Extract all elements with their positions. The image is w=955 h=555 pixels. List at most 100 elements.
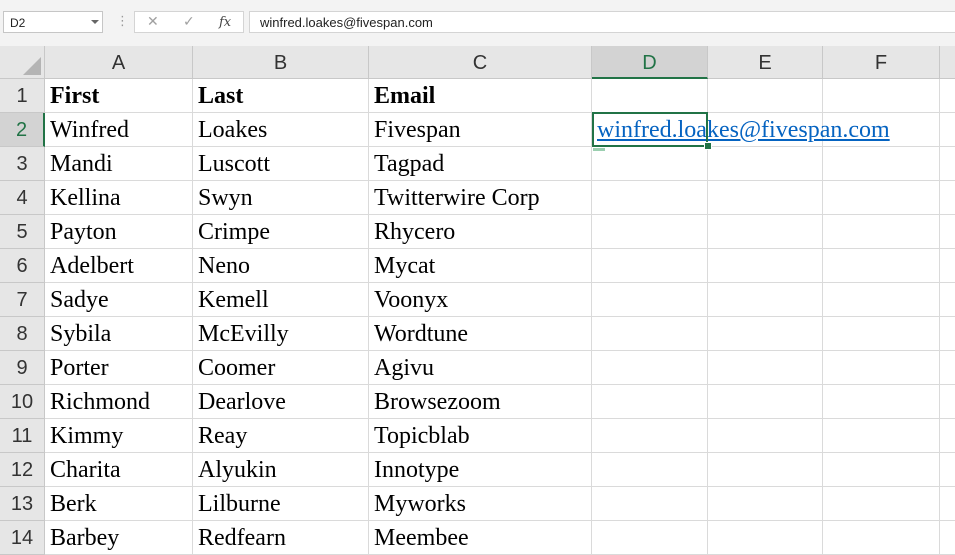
cell-c14[interactable]: Meembee	[369, 521, 592, 555]
cell-b1[interactable]: Last	[193, 79, 369, 113]
row-header-6[interactable]: 6	[0, 249, 45, 283]
row-header-13[interactable]: 13	[0, 487, 45, 521]
column-header-c[interactable]: C	[369, 46, 592, 79]
cell-b3[interactable]: Luscott	[193, 147, 369, 181]
check-icon[interactable]: ✓	[183, 14, 195, 30]
cell-b6[interactable]: Neno	[193, 249, 369, 283]
cell-d5[interactable]	[592, 215, 708, 249]
cell-e8[interactable]	[708, 317, 823, 351]
cell-d4[interactable]	[592, 181, 708, 215]
column-header-d[interactable]: D	[592, 46, 708, 79]
row-header-10[interactable]: 10	[0, 385, 45, 419]
quick-analysis-tag[interactable]	[593, 148, 605, 151]
cell-f14[interactable]	[823, 521, 940, 555]
row-header-12[interactable]: 12	[0, 453, 45, 487]
cell-g3[interactable]	[940, 147, 955, 181]
cell-g7[interactable]	[940, 283, 955, 317]
cell-c4[interactable]: Twitterwire Corp	[369, 181, 592, 215]
column-header-a[interactable]: A	[45, 46, 193, 79]
row-header-4[interactable]: 4	[0, 181, 45, 215]
cell-e11[interactable]	[708, 419, 823, 453]
cell-g12[interactable]	[940, 453, 955, 487]
cell-f4[interactable]	[823, 181, 940, 215]
cell-e5[interactable]	[708, 215, 823, 249]
cell-g4[interactable]	[940, 181, 955, 215]
cell-f12[interactable]	[823, 453, 940, 487]
cell-b10[interactable]: Dearlove	[193, 385, 369, 419]
select-all-button[interactable]	[0, 46, 45, 79]
cell-f8[interactable]	[823, 317, 940, 351]
cell-a5[interactable]: Payton	[45, 215, 193, 249]
cell-g8[interactable]	[940, 317, 955, 351]
cell-a7[interactable]: Sadye	[45, 283, 193, 317]
cell-e9[interactable]	[708, 351, 823, 385]
cell-c7[interactable]: Voonyx	[369, 283, 592, 317]
cell-f5[interactable]	[823, 215, 940, 249]
row-header-7[interactable]: 7	[0, 283, 45, 317]
cell-b14[interactable]: Redfearn	[193, 521, 369, 555]
cell-d2[interactable]: winfred.loakes@fivespan.com	[592, 113, 890, 147]
cell-g9[interactable]	[940, 351, 955, 385]
cell-d14[interactable]	[592, 521, 708, 555]
formula-input[interactable]: winfred.loakes@fivespan.com	[249, 11, 955, 33]
column-header-b[interactable]: B	[193, 46, 369, 79]
cell-g11[interactable]	[940, 419, 955, 453]
cell-c9[interactable]: Agivu	[369, 351, 592, 385]
cell-f7[interactable]	[823, 283, 940, 317]
insert-function-button[interactable]: fx	[219, 15, 231, 30]
cell-c2[interactable]: Fivespan	[369, 113, 592, 147]
cell-f6[interactable]	[823, 249, 940, 283]
column-header-f[interactable]: F	[823, 46, 940, 79]
cell-f13[interactable]	[823, 487, 940, 521]
cell-e4[interactable]	[708, 181, 823, 215]
row-header-14[interactable]: 14	[0, 521, 45, 555]
row-header-11[interactable]: 11	[0, 419, 45, 453]
name-box[interactable]: D2	[3, 11, 103, 33]
cell-a6[interactable]: Adelbert	[45, 249, 193, 283]
cell-b8[interactable]: McEvilly	[193, 317, 369, 351]
cell-d13[interactable]	[592, 487, 708, 521]
cell-b5[interactable]: Crimpe	[193, 215, 369, 249]
cell-c12[interactable]: Innotype	[369, 453, 592, 487]
cell-g5[interactable]	[940, 215, 955, 249]
fill-handle[interactable]	[704, 142, 712, 150]
cell-c13[interactable]: Myworks	[369, 487, 592, 521]
cell-a2[interactable]: Winfred	[45, 113, 193, 147]
cell-c5[interactable]: Rhycero	[369, 215, 592, 249]
cell-e7[interactable]	[708, 283, 823, 317]
cell-d10[interactable]	[592, 385, 708, 419]
cell-d11[interactable]	[592, 419, 708, 453]
cell-a11[interactable]: Kimmy	[45, 419, 193, 453]
cell-c8[interactable]: Wordtune	[369, 317, 592, 351]
cell-d6[interactable]	[592, 249, 708, 283]
cell-c10[interactable]: Browsezoom	[369, 385, 592, 419]
cell-c1[interactable]: Email	[369, 79, 592, 113]
cell-f3[interactable]	[823, 147, 940, 181]
cell-f10[interactable]	[823, 385, 940, 419]
cell-a14[interactable]: Barbey	[45, 521, 193, 555]
cell-e3[interactable]	[708, 147, 823, 181]
cell-a13[interactable]: Berk	[45, 487, 193, 521]
cell-g10[interactable]	[940, 385, 955, 419]
row-header-1[interactable]: 1	[0, 79, 45, 113]
cell-b12[interactable]: Alyukin	[193, 453, 369, 487]
column-header-e[interactable]: E	[708, 46, 823, 79]
cell-a4[interactable]: Kellina	[45, 181, 193, 215]
cell-b9[interactable]: Coomer	[193, 351, 369, 385]
column-header-next[interactable]	[940, 46, 955, 79]
cell-a3[interactable]: Mandi	[45, 147, 193, 181]
cell-d8[interactable]	[592, 317, 708, 351]
row-header-2[interactable]: 2	[0, 113, 45, 147]
close-icon[interactable]: ✕	[147, 14, 159, 30]
cell-a1[interactable]: First	[45, 79, 193, 113]
cell-g2[interactable]	[940, 113, 955, 147]
cell-c3[interactable]: Tagpad	[369, 147, 592, 181]
row-header-3[interactable]: 3	[0, 147, 45, 181]
cell-a12[interactable]: Charita	[45, 453, 193, 487]
cell-e12[interactable]	[708, 453, 823, 487]
chevron-down-icon[interactable]	[91, 20, 99, 24]
cell-c6[interactable]: Mycat	[369, 249, 592, 283]
cell-d3[interactable]	[592, 147, 708, 181]
cell-c11[interactable]: Topicblab	[369, 419, 592, 453]
cell-g6[interactable]	[940, 249, 955, 283]
